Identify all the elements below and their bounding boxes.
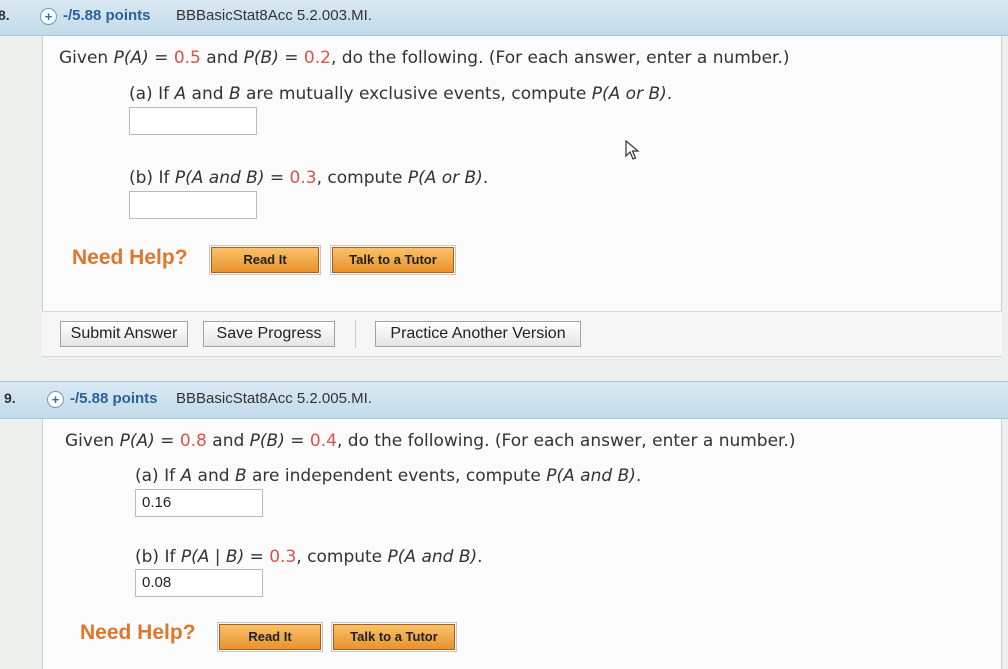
event-b: B (234, 466, 247, 486)
part-text: and (192, 466, 235, 486)
answer-input-b[interactable] (129, 191, 257, 219)
save-progress-button[interactable]: Save Progress (203, 321, 335, 347)
divider (355, 320, 356, 348)
part-label: (a) If (135, 466, 181, 486)
event-a: A (174, 84, 187, 104)
part-text: and (186, 84, 229, 104)
talk-to-tutor-button[interactable]: Talk to a Tutor (330, 245, 456, 275)
need-help-label: Need Help? (72, 246, 188, 269)
stem-text: and (200, 48, 244, 68)
part-eq: = (264, 168, 290, 188)
points-label: -/5.88 points (63, 7, 151, 24)
plus-circle-icon[interactable]: + (40, 8, 57, 25)
part-label: (b) If (135, 547, 181, 567)
question-9-body: Given P(A) = 0.8 and P(B) = 0.4, do the … (42, 419, 1002, 669)
question-9-header: 9. + -/5.88 points BBBasicStat8Acc 5.2.0… (0, 381, 1008, 419)
part-condition: P(A and B) (174, 168, 265, 188)
talk-to-tutor-button[interactable]: Talk to a Tutor (331, 622, 457, 652)
read-it-button[interactable]: Read It (209, 245, 321, 275)
question-code: BBBasicStat8Acc 5.2.003.MI. (176, 7, 372, 24)
part-target: P(A and B) (387, 547, 478, 567)
read-it-button[interactable]: Read It (217, 622, 323, 652)
value-pa: 0.8 (179, 431, 207, 451)
part-target: P(A or B) (591, 84, 667, 104)
need-help-label: Need Help? (80, 621, 196, 644)
question-8-header: 8. + -/5.88 points BBBasicStat8Acc 5.2.0… (0, 0, 1008, 36)
part-a-prompt: (a) If A and B are independent events, c… (135, 466, 641, 486)
question-number: 8. (0, 7, 10, 23)
stem-text: , do the following. (For each answer, en… (330, 48, 790, 68)
stem-eq: = (284, 431, 310, 451)
stem-eq: = (154, 431, 180, 451)
practice-another-version-button[interactable]: Practice Another Version (375, 321, 581, 347)
part-text: . (666, 84, 673, 104)
answer-actions-bar: Submit Answer Save Progress Practice Ano… (42, 311, 1002, 357)
stem-text: and (206, 431, 250, 451)
part-text: , compute (296, 547, 388, 567)
stem-text: Given (65, 431, 120, 451)
submit-answer-button[interactable]: Submit Answer (60, 321, 188, 347)
value-pb: 0.2 (303, 48, 331, 68)
question-8-body: Given P(A) = 0.5 and P(B) = 0.2, do the … (42, 36, 1002, 311)
part-text: are independent events, compute (246, 466, 547, 486)
value-cond: 0.3 (269, 547, 297, 567)
question-code: BBBasicStat8Acc 5.2.005.MI. (176, 390, 372, 407)
question-stem: Given P(A) = 0.5 and P(B) = 0.2, do the … (59, 48, 790, 68)
part-eq: = (244, 547, 270, 567)
stem-pa: P(A) (119, 431, 155, 451)
part-target: P(A and B) (546, 466, 636, 486)
value-pb: 0.4 (309, 431, 337, 451)
part-b-prompt: (b) If P(A | B) = 0.3, compute P(A and B… (135, 547, 483, 567)
part-label: (a) If (129, 84, 175, 104)
points-label: -/5.88 points (70, 390, 158, 407)
part-text: . (635, 466, 642, 486)
stem-eq: = (278, 48, 304, 68)
part-text: are mutually exclusive events, compute (240, 84, 592, 104)
stem-pb: P(B) (243, 48, 279, 68)
part-a-prompt: (a) If A and B are mutually exclusive ev… (129, 84, 672, 104)
stem-text: , do the following. (For each answer, en… (336, 431, 796, 451)
mouse-cursor-icon (625, 140, 640, 160)
part-text: . (477, 547, 483, 567)
answer-input-a[interactable]: 0.16 (135, 489, 263, 517)
stem-pa: P(A) (113, 48, 149, 68)
event-a: A (180, 466, 193, 486)
event-b: B (228, 84, 241, 104)
stem-eq: = (148, 48, 174, 68)
part-condition: P(A | B) (180, 547, 245, 567)
part-label: (b) If (129, 168, 175, 188)
plus-circle-icon[interactable]: + (47, 391, 64, 408)
question-number: 9. (4, 390, 16, 406)
answer-input-a[interactable] (129, 107, 257, 135)
question-stem: Given P(A) = 0.8 and P(B) = 0.4, do the … (65, 431, 796, 451)
value-pa: 0.5 (173, 48, 201, 68)
stem-pb: P(B) (249, 431, 285, 451)
part-text: , compute (316, 168, 408, 188)
part-text: . (482, 168, 489, 188)
part-target: P(A or B) (407, 168, 483, 188)
answer-input-b[interactable]: 0.08 (135, 569, 263, 597)
value-cond: 0.3 (289, 168, 317, 188)
part-b-prompt: (b) If P(A and B) = 0.3, compute P(A or … (129, 168, 488, 188)
stem-text: Given (59, 48, 114, 68)
